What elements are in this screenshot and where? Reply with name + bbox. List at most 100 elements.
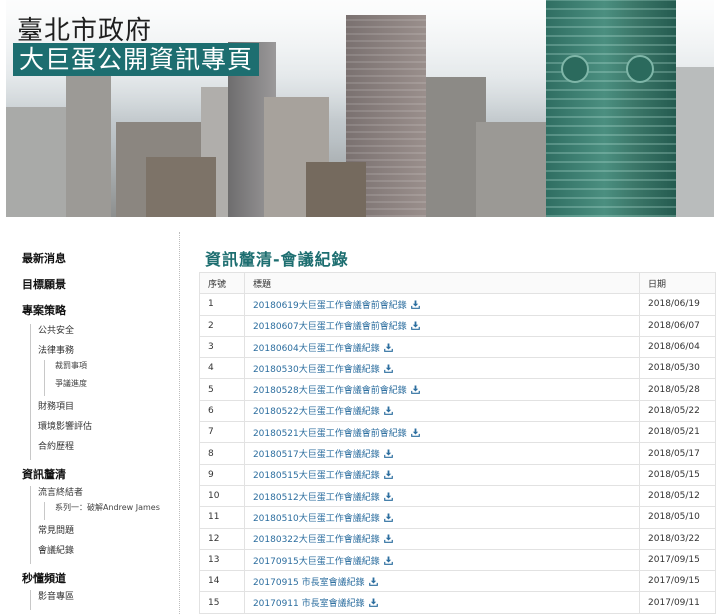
banner-building <box>476 122 546 217</box>
download-icon[interactable] <box>383 513 393 522</box>
sidebar-item-vision[interactable]: 目標願景 <box>22 278 178 304</box>
download-icon[interactable] <box>410 321 420 331</box>
minutes-download-link[interactable]: 20180528大巨蛋工作會議會前會紀錄 <box>252 385 420 397</box>
sidebar-divider <box>179 232 180 614</box>
cell-no: 6 <box>199 399 245 423</box>
table-row: 5 20180528大巨蛋工作會議會前會紀錄 2018/05/28 <box>199 378 716 401</box>
download-icon[interactable] <box>368 577 378 586</box>
site-title[interactable]: 大巨蛋公開資訊專頁 <box>13 43 260 76</box>
download-icon[interactable] <box>410 385 420 394</box>
sidebar-item-disputes[interactable]: 爭議進度 <box>55 378 178 396</box>
cell-date: 2018/05/22 <box>639 399 716 423</box>
sidebar-item-channel[interactable]: 秒懂頻道 <box>22 572 178 590</box>
table-row: 4 20180530大巨蛋工作會議紀錄 2018/05/30 <box>199 357 716 380</box>
sidebar-item-video[interactable]: 影音專區 <box>38 590 178 610</box>
cell-title: 20170915 市長室會議紀錄 <box>243 570 641 593</box>
sidebar-item-contracts[interactable]: 合約歷程 <box>38 440 178 460</box>
minutes-download-link[interactable]: 20180515大巨蛋工作會議紀錄 <box>252 470 393 482</box>
cell-date: 2018/05/30 <box>639 357 716 380</box>
minutes-title: 20170915 市長室會議紀錄 <box>252 577 365 588</box>
table-row: 13 20170915大巨蛋工作會議紀錄 2017/09/15 <box>199 548 716 572</box>
cell-no: 3 <box>199 335 245 359</box>
minutes-download-link[interactable]: 20180607大巨蛋工作會議會前會紀錄 <box>253 321 420 332</box>
download-icon[interactable] <box>383 342 393 352</box>
download-icon[interactable] <box>383 492 393 501</box>
cell-date: 2018/06/19 <box>639 293 716 316</box>
minutes-title: 20180528大巨蛋工作會議會前會紀錄 <box>252 386 407 397</box>
download-icon[interactable] <box>383 406 393 416</box>
minutes-download-link[interactable]: 20180619大巨蛋工作會議會前會紀錄 <box>253 300 420 311</box>
minutes-title: 20180322大巨蛋工作會議紀錄 <box>252 535 380 546</box>
download-icon[interactable] <box>383 449 393 458</box>
table-header-row: 序號 標題 日期 <box>199 271 716 295</box>
minutes-download-link[interactable]: 20180530大巨蛋工作會議紀錄 <box>252 364 393 375</box>
sidebar-submenu-channel: 影音專區 <box>30 590 178 610</box>
download-icon[interactable] <box>410 300 420 309</box>
download-icon[interactable] <box>383 470 393 480</box>
minutes-title: 20170915大巨蛋工作會議紀錄 <box>252 556 380 567</box>
download-icon[interactable] <box>383 555 393 565</box>
table-row: 12 20180322大巨蛋工作會議紀錄 2018/03/22 <box>199 527 716 550</box>
cell-no: 8 <box>199 442 245 465</box>
cell-no: 10 <box>199 484 245 508</box>
banner-building <box>66 67 111 217</box>
meeting-minutes-table: 序號 標題 日期 1 20180619大巨蛋工作會議會前會紀錄 2018/06/19… <box>199 271 716 614</box>
minutes-download-link[interactable]: 20180510大巨蛋工作會議紀錄 <box>252 513 393 524</box>
sidebar-item-faq[interactable]: 常見問題 <box>38 524 178 544</box>
table-row: 7 20180521大巨蛋工作會議會前會紀錄 2018/05/21 <box>199 421 716 444</box>
minutes-download-link[interactable]: 20180522大巨蛋工作會議紀錄 <box>253 406 393 417</box>
download-icon[interactable] <box>410 428 420 437</box>
minutes-title: 20180530大巨蛋工作會議紀錄 <box>252 364 380 375</box>
minutes-download-link[interactable]: 20180604大巨蛋工作會議紀錄 <box>252 342 393 354</box>
cell-title: 20180512大巨蛋工作會議紀錄 <box>243 484 641 508</box>
sidebar-item-finance[interactable]: 財務項目 <box>38 400 178 420</box>
cell-no: 11 <box>199 506 245 529</box>
banner-tower <box>546 0 676 217</box>
sidebar-item-penalties[interactable]: 裁罰事項 <box>55 360 178 378</box>
minutes-title: 20180604大巨蛋工作會議紀錄 <box>252 343 380 354</box>
sidebar-submenu-strategy: 公共安全 法律事務 裁罰事項 爭議進度 財務項目 環境影響評估 合約歷程 <box>30 324 178 460</box>
download-icon[interactable] <box>383 364 393 373</box>
minutes-download-link[interactable]: 20180322大巨蛋工作會議紀錄 <box>252 534 393 546</box>
minutes-download-link[interactable]: 20180521大巨蛋工作會議會前會紀錄 <box>253 428 420 439</box>
sidebar-submenu-myth-busters: 系列一：破解Andrew James <box>44 502 178 520</box>
cell-date: 2018/05/17 <box>639 442 716 465</box>
minutes-download-link[interactable]: 20170915大巨蛋工作會議紀錄 <box>252 555 393 567</box>
sidebar-group-clarify: 資訊釐清 流言終結者 系列一：破解Andrew James 常見問題 會議紀錄 <box>22 468 178 564</box>
sidebar-item-myth-busters[interactable]: 流言終結者 <box>38 486 178 502</box>
cell-title: 20180510大巨蛋工作會議紀錄 <box>243 506 641 529</box>
minutes-title: 20180510大巨蛋工作會議紀錄 <box>252 513 380 524</box>
table-body: 1 20180619大巨蛋工作會議會前會紀錄 2018/06/19 2 20180607… <box>199 293 716 614</box>
cell-no: 14 <box>199 570 245 593</box>
cell-no: 5 <box>199 378 245 401</box>
banner-tower-ornament <box>626 55 654 83</box>
city-title[interactable]: 臺北市政府 <box>17 10 152 47</box>
cell-date: 2017/09/15 <box>639 548 716 572</box>
download-icon[interactable] <box>368 598 378 607</box>
cell-no: 13 <box>199 548 245 572</box>
minutes-download-link[interactable]: 20180512大巨蛋工作會議紀錄 <box>252 492 393 503</box>
minutes-download-link[interactable]: 20170915 市長室會議紀錄 <box>252 577 378 588</box>
sidebar-item-eia[interactable]: 環境影響評估 <box>38 420 178 440</box>
cell-no: 12 <box>199 527 245 550</box>
sidebar-item-strategy[interactable]: 專案策略 <box>22 304 178 324</box>
cell-date: 2018/05/12 <box>639 484 716 508</box>
page-title: 資訊釐清-會議紀錄 <box>205 250 349 269</box>
minutes-title: 20180515大巨蛋工作會議紀錄 <box>252 471 380 482</box>
cell-title: 20180522大巨蛋工作會議紀錄 <box>243 399 641 423</box>
minutes-download-link[interactable]: 20170911 市長室會議紀錄 <box>253 598 378 609</box>
cell-date: 2017/09/11 <box>639 591 716 614</box>
cell-no: 7 <box>199 421 245 444</box>
sidebar-item-news[interactable]: 最新消息 <box>22 252 178 278</box>
minutes-title: 20180512大巨蛋工作會議紀錄 <box>252 492 380 503</box>
download-icon[interactable] <box>383 534 393 544</box>
column-header-no: 序號 <box>199 271 245 295</box>
sidebar-group-channel: 秒懂頻道 影音專區 <box>22 572 178 610</box>
sidebar-item-series-one[interactable]: 系列一：破解Andrew James <box>55 502 178 520</box>
table-row: 11 20180510大巨蛋工作會議紀錄 2018/05/10 <box>199 506 716 529</box>
sidebar-item-meeting-minutes[interactable]: 會議紀錄 <box>38 544 178 564</box>
sidebar-item-clarify[interactable]: 資訊釐清 <box>22 468 178 486</box>
sidebar-item-legal[interactable]: 法律事務 <box>38 344 178 360</box>
sidebar-item-public-safety[interactable]: 公共安全 <box>38 324 178 344</box>
minutes-download-link[interactable]: 20180517大巨蛋工作會議紀錄 <box>253 449 393 460</box>
